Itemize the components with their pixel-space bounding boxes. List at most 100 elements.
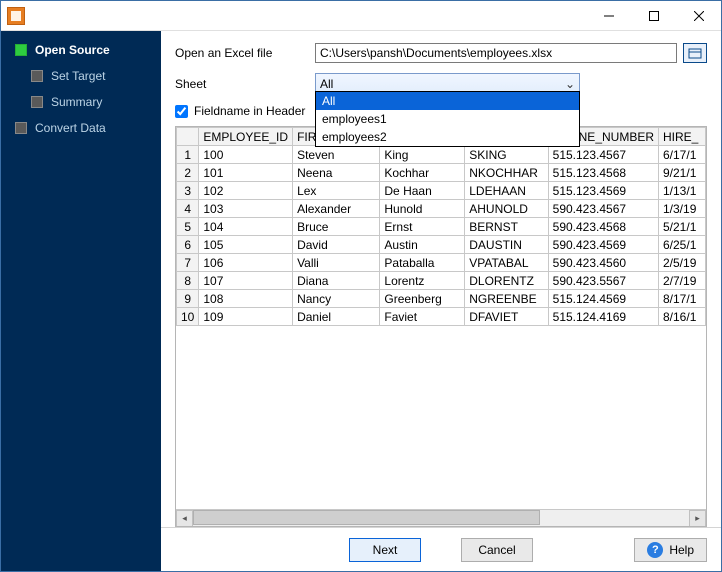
table-cell[interactable]: DLORENTZ	[465, 272, 548, 290]
scroll-left-arrow[interactable]: ◂	[176, 510, 193, 527]
table-cell[interactable]: Valli	[293, 254, 380, 272]
sheet-option-all[interactable]: All	[316, 92, 579, 110]
table-cell[interactable]: AHUNOLD	[465, 200, 548, 218]
table-cell[interactable]: Neena	[293, 164, 380, 182]
table-cell[interactable]: 2/5/19	[659, 254, 706, 272]
row-number-cell: 7	[177, 254, 199, 272]
table-cell[interactable]: Hunold	[380, 200, 465, 218]
table-cell[interactable]: 102	[199, 182, 293, 200]
chevron-down-icon: ⌄	[565, 77, 575, 91]
wizard-step-convert-data[interactable]: Convert Data	[1, 115, 161, 141]
table-cell[interactable]: BERNST	[465, 218, 548, 236]
table-cell[interactable]: 590.423.4568	[548, 218, 658, 236]
table-row[interactable]: 8107DianaLorentzDLORENTZ590.423.55672/7/…	[177, 272, 706, 290]
sheet-option-employees1[interactable]: employees1	[316, 110, 579, 128]
table-cell[interactable]: David	[293, 236, 380, 254]
table-row[interactable]: 2101NeenaKochharNKOCHHAR515.123.45689/21…	[177, 164, 706, 182]
column-header[interactable]: HIRE_	[659, 128, 706, 146]
cancel-button[interactable]: Cancel	[461, 538, 533, 562]
table-cell[interactable]: Nancy	[293, 290, 380, 308]
wizard-step-set-target[interactable]: Set Target	[1, 63, 161, 89]
table-cell[interactable]: 105	[199, 236, 293, 254]
table-cell[interactable]: 5/21/1	[659, 218, 706, 236]
table-cell[interactable]: Diana	[293, 272, 380, 290]
scroll-right-arrow[interactable]: ▸	[689, 510, 706, 527]
table-cell[interactable]: 1/13/1	[659, 182, 706, 200]
table-cell[interactable]: NKOCHHAR	[465, 164, 548, 182]
table-cell[interactable]: 107	[199, 272, 293, 290]
table-cell[interactable]: 104	[199, 218, 293, 236]
table-cell[interactable]: NGREENBE	[465, 290, 548, 308]
wizard-step-summary[interactable]: Summary	[1, 89, 161, 115]
wizard-step-open-source[interactable]: Open Source	[1, 37, 161, 63]
table-cell[interactable]: SKING	[465, 146, 548, 164]
table-cell[interactable]: VPATABAL	[465, 254, 548, 272]
minimize-button[interactable]	[586, 1, 631, 30]
table-cell[interactable]: 590.423.4560	[548, 254, 658, 272]
table-cell[interactable]: 515.123.4567	[548, 146, 658, 164]
table-cell[interactable]: 6/17/1	[659, 146, 706, 164]
table-cell[interactable]: De Haan	[380, 182, 465, 200]
table-body: 1100StevenKingSKING515.123.45676/17/1210…	[177, 146, 706, 326]
fieldname-checkbox[interactable]	[175, 105, 188, 118]
table-cell[interactable]: 108	[199, 290, 293, 308]
table-cell[interactable]: Steven	[293, 146, 380, 164]
table-cell[interactable]: 109	[199, 308, 293, 326]
table-cell[interactable]: DAUSTIN	[465, 236, 548, 254]
table-cell[interactable]: Lex	[293, 182, 380, 200]
table-row[interactable]: 6105DavidAustinDAUSTIN590.423.45696/25/1	[177, 236, 706, 254]
table-row[interactable]: 3102LexDe HaanLDEHAAN515.123.45691/13/1	[177, 182, 706, 200]
wizard-sidebar: Open SourceSet TargetSummaryConvert Data	[1, 31, 161, 571]
table-cell[interactable]: 6/25/1	[659, 236, 706, 254]
sheet-option-employees2[interactable]: employees2	[316, 128, 579, 146]
file-path-input[interactable]	[315, 43, 677, 63]
table-cell[interactable]: 106	[199, 254, 293, 272]
next-button[interactable]: Next	[349, 538, 421, 562]
sheet-dropdown-list[interactable]: Allemployees1employees2	[315, 91, 580, 147]
table-row[interactable]: 1100StevenKingSKING515.123.45676/17/1	[177, 146, 706, 164]
table-cell[interactable]: Pataballa	[380, 254, 465, 272]
table-cell[interactable]: 590.423.5567	[548, 272, 658, 290]
table-cell[interactable]: Bruce	[293, 218, 380, 236]
table-cell[interactable]: 9/21/1	[659, 164, 706, 182]
table-cell[interactable]: 515.123.4568	[548, 164, 658, 182]
scroll-track[interactable]	[193, 510, 689, 527]
table-cell[interactable]: 515.124.4569	[548, 290, 658, 308]
close-button[interactable]	[676, 1, 721, 30]
table-cell[interactable]: Greenberg	[380, 290, 465, 308]
table-cell[interactable]: 2/7/19	[659, 272, 706, 290]
table-cell[interactable]: LDEHAAN	[465, 182, 548, 200]
table-cell[interactable]: 515.124.4169	[548, 308, 658, 326]
horizontal-scrollbar[interactable]: ◂ ▸	[176, 509, 706, 526]
table-cell[interactable]: Austin	[380, 236, 465, 254]
table-cell[interactable]: DFAVIET	[465, 308, 548, 326]
form-area: Open an Excel file Sheet All ⌄ Allemploy…	[161, 31, 721, 122]
table-cell[interactable]: Lorentz	[380, 272, 465, 290]
browse-button[interactable]	[683, 43, 707, 63]
table-cell[interactable]: King	[380, 146, 465, 164]
table-cell[interactable]: Daniel	[293, 308, 380, 326]
table-cell[interactable]: 590.423.4569	[548, 236, 658, 254]
maximize-button[interactable]	[631, 1, 676, 30]
table-cell[interactable]: 8/16/1	[659, 308, 706, 326]
table-cell[interactable]: Alexander	[293, 200, 380, 218]
table-cell[interactable]: 100	[199, 146, 293, 164]
fieldname-label: Fieldname in Header	[194, 104, 305, 118]
table-cell[interactable]: 1/3/19	[659, 200, 706, 218]
table-row[interactable]: 7106ValliPataballaVPATABAL590.423.45602/…	[177, 254, 706, 272]
table-row[interactable]: 5104BruceErnstBERNST590.423.45685/21/1	[177, 218, 706, 236]
table-cell[interactable]: 8/17/1	[659, 290, 706, 308]
table-cell[interactable]: 590.423.4567	[548, 200, 658, 218]
table-cell[interactable]: Kochhar	[380, 164, 465, 182]
help-button[interactable]: ? Help	[634, 538, 707, 562]
table-cell[interactable]: 515.123.4569	[548, 182, 658, 200]
scroll-thumb[interactable]	[193, 510, 540, 525]
column-header[interactable]: EMPLOYEE_ID	[199, 128, 293, 146]
table-cell[interactable]: Ernst	[380, 218, 465, 236]
table-row[interactable]: 10109DanielFavietDFAVIET515.124.41698/16…	[177, 308, 706, 326]
table-cell[interactable]: 103	[199, 200, 293, 218]
table-row[interactable]: 9108NancyGreenbergNGREENBE515.124.45698/…	[177, 290, 706, 308]
table-row[interactable]: 4103AlexanderHunoldAHUNOLD590.423.45671/…	[177, 200, 706, 218]
table-cell[interactable]: Faviet	[380, 308, 465, 326]
table-cell[interactable]: 101	[199, 164, 293, 182]
